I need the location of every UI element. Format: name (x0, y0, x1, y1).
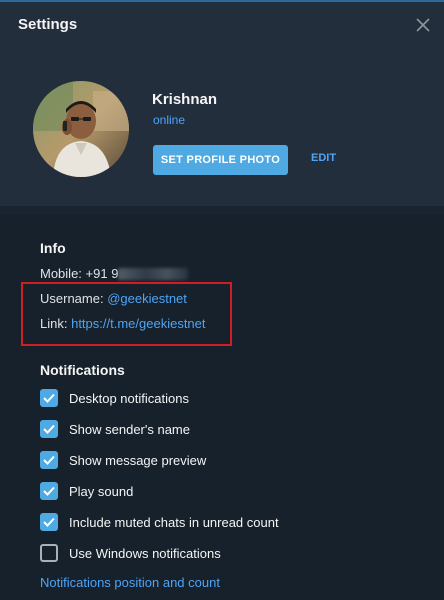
checkbox-checked[interactable] (40, 451, 58, 469)
notification-option-label: Show message preview (69, 452, 207, 468)
profile-header: Settings Krishnan online SET PROFILE PHO… (0, 2, 444, 208)
avatar-photo (33, 81, 129, 177)
notification-option[interactable]: Play sound (40, 481, 133, 501)
notification-option-label: Include muted chats in unread count (69, 514, 279, 530)
window-title: Settings (18, 16, 78, 33)
highlight-box (21, 282, 232, 346)
checkbox-checked[interactable] (40, 482, 58, 500)
profile-name: Krishnan (152, 91, 218, 108)
checkmark-icon (43, 486, 55, 496)
mobile-line: Mobile: +91 9 (40, 266, 189, 281)
edit-button[interactable]: EDIT (311, 152, 336, 164)
notification-option[interactable]: Show message preview (40, 450, 206, 470)
checkmark-icon (43, 393, 55, 403)
notifications-heading: Notifications (40, 362, 125, 378)
checkbox-checked[interactable] (40, 420, 58, 438)
notification-option-label: Desktop notifications (69, 390, 189, 406)
notification-option-label: Use Windows notifications (69, 545, 221, 561)
section-divider (0, 206, 444, 215)
checkmark-icon (43, 424, 55, 434)
redacted-mobile-digits (118, 268, 189, 280)
mobile-value: +91 9 (85, 266, 119, 281)
mobile-label: Mobile: (40, 266, 82, 281)
notification-option-label: Play sound (69, 483, 134, 499)
avatar (33, 81, 129, 177)
checkbox-checked[interactable] (40, 513, 58, 531)
profile-status: online (153, 113, 186, 127)
checkbox-checked[interactable] (40, 389, 58, 407)
notification-option[interactable]: Show sender's name (40, 419, 190, 439)
checkbox-unchecked[interactable] (40, 544, 58, 562)
notifications-position-link[interactable]: Notifications position and count (40, 575, 220, 590)
notification-option[interactable]: Include muted chats in unread count (40, 512, 279, 532)
info-heading: Info (40, 240, 66, 256)
close-icon[interactable] (416, 18, 430, 32)
notification-option[interactable]: Use Windows notifications (40, 543, 221, 563)
checkmark-icon (43, 455, 55, 465)
notification-option[interactable]: Desktop notifications (40, 388, 189, 408)
notification-option-label: Show sender's name (69, 421, 190, 437)
checkmark-icon (43, 517, 55, 527)
set-profile-photo-button[interactable]: SET PROFILE PHOTO (153, 145, 288, 175)
